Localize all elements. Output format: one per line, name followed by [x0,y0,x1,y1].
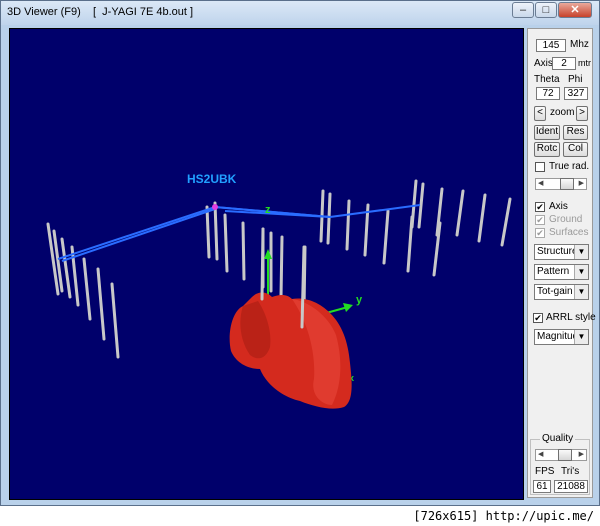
z-axis-label: z [265,204,271,216]
arrl-style-label: ARRL style [546,312,596,323]
element-17 [326,192,332,245]
element-11 [241,221,246,281]
app-name: 3D Viewer (F9) [7,6,81,18]
axis-checkbox[interactable]: ✔ [535,202,545,212]
element-9 [213,201,219,261]
tris-value: 21088 [554,480,588,493]
rad-slider-thumb[interactable] [560,178,574,190]
zoom-in-button[interactable]: > [576,106,588,121]
axis-size-label: Axis [534,58,553,69]
phi-label: Phi [568,74,583,85]
close-button[interactable]: ✕ [558,2,592,18]
element-25 [455,189,465,237]
element-27 [500,197,512,247]
maximize-button[interactable]: □ [535,2,557,18]
quality-slider[interactable]: ◀ ▶ [535,449,587,461]
viewer-window: 3D Viewer (F9) [ J-YAGI 7E 4b.out ] – □ … [0,0,600,506]
y-axis-label: y [356,294,363,306]
chevron-down-icon: ▼ [574,285,588,299]
theta-input[interactable]: 72 [536,87,560,100]
gain-dropdown-value: Tot-gain [537,286,573,297]
element-26 [477,193,487,243]
rotc-button[interactable]: Rotc [534,142,560,157]
surfaces-label: Surfaces [549,227,589,238]
chevron-down-icon: ▼ [574,330,588,344]
rad-slider[interactable]: ◀ ▶ [535,178,587,190]
title-bar[interactable]: 3D Viewer (F9) [ J-YAGI 7E 4b.out ] – □ … [1,1,599,25]
quality-slider-thumb[interactable] [558,449,572,461]
axis-check-label: Axis [549,201,568,212]
fps-label: FPS [535,466,555,477]
gain-dropdown[interactable]: Tot-gain ▼ [534,284,589,300]
tris-label: Tri's [561,466,580,477]
element-29 [300,245,306,329]
quality-label: Quality [540,433,576,444]
magnitude-dropdown-value: Magnitud [537,331,579,342]
3d-viewport[interactable]: HS2UBK z y x [9,28,524,500]
res-button[interactable]: Res [563,125,588,140]
slider-left-arrow: ◀ [538,451,544,458]
zoom-label: zoom [550,107,575,118]
magnitude-dropdown[interactable]: Magnitud ▼ [534,329,589,345]
axis-size-input[interactable]: 2 [552,57,576,70]
antenna-scene: HS2UBK z y x [46,172,512,409]
element-20 [382,209,390,265]
phi-input[interactable]: 327 [564,87,588,100]
fps-value: 61 [533,480,551,493]
arrl-style-checkbox[interactable]: ✔ [533,313,543,323]
col-button[interactable]: Col [563,142,588,157]
control-panel: 145 Mhz Axis 2 mtr Theta Phi 72 327 < zo… [527,28,596,498]
feed-line-left [61,208,216,262]
element-18 [345,199,351,251]
pattern-dropdown[interactable]: Pattern ▼ [534,264,589,280]
element-6 [96,267,106,341]
image-footer: [726x615] http://upic.me/ [0,506,600,526]
structure-dropdown-value: Structure [537,246,578,257]
element-10 [223,213,229,273]
element-3 [60,237,72,299]
y-axis-arrow [343,303,353,312]
slider-right-arrow: ▶ [578,180,584,187]
minimize-button[interactable]: – [512,2,534,18]
frequency-input[interactable]: 145 [536,39,566,52]
element-5 [82,257,92,321]
surfaces-checkbox[interactable]: ✔ [535,228,545,238]
true-rad-label: True rad. [549,161,590,172]
element-8 [205,205,211,259]
element-7 [110,282,120,359]
element-22 [410,179,418,229]
pattern-dropdown-value: Pattern [537,266,570,277]
element-14 [279,235,284,299]
ground-label: Ground [549,214,583,225]
frequency-unit: Mhz [570,39,589,50]
window-title: 3D Viewer (F9) [ J-YAGI 7E 4b.out ] [7,6,193,18]
radiation-pattern [229,292,352,409]
true-rad-checkbox[interactable] [535,162,545,172]
footer-text: [726x615] http://upic.me/ [413,509,594,523]
theta-label: Theta [534,74,560,85]
callsign-label: HS2UBK [187,172,237,186]
ident-button[interactable]: Ident [534,125,560,140]
structure-dropdown[interactable]: Structure ▼ [534,244,589,260]
ground-checkbox[interactable]: ✔ [535,215,545,225]
slider-right-arrow: ▶ [578,451,584,458]
chevron-down-icon: ▼ [574,245,588,259]
zoom-out-button[interactable]: < [534,106,546,121]
element-30 [260,227,265,301]
feed-point [212,204,218,210]
slider-left-arrow: ◀ [538,180,544,187]
chevron-down-icon: ▼ [574,265,588,279]
file-title: [ J-YAGI 7E 4b.out ] [93,6,194,18]
axis-size-unit: mtr [578,58,591,68]
